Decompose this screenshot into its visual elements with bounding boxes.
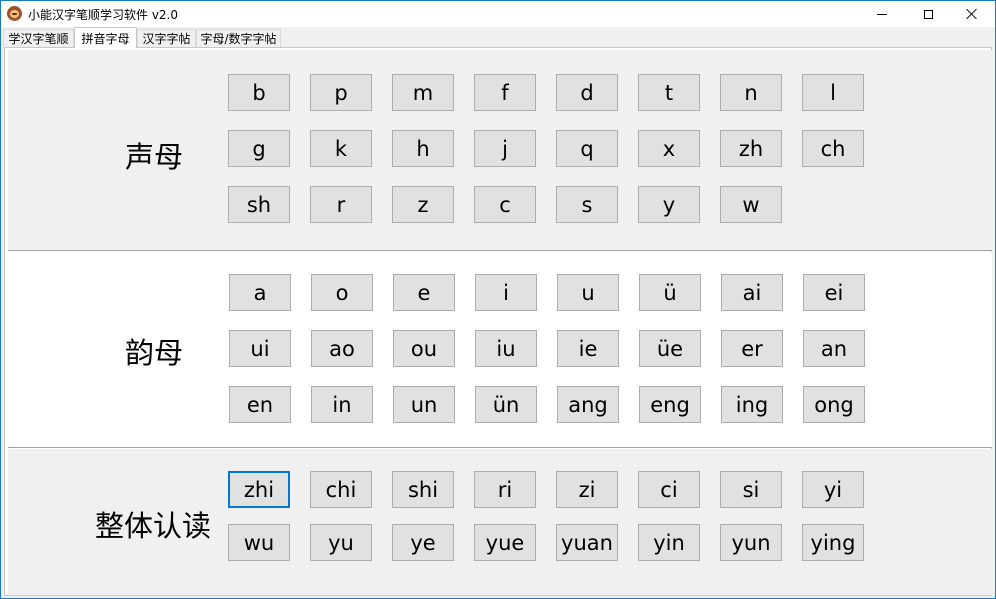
section-label-initials: 声母 [125, 140, 184, 174]
pinyin-button[interactable]: ie [557, 330, 619, 367]
tab-pinyin-letters[interactable]: 拼音字母 [74, 27, 137, 48]
pinyin-button[interactable]: si [720, 471, 782, 508]
pinyin-button[interactable]: in [311, 386, 373, 423]
pinyin-button[interactable]: shi [392, 471, 454, 508]
pinyin-button[interactable]: ye [392, 524, 454, 561]
pinyin-button[interactable]: c [474, 186, 536, 223]
window-title: 小能汉字笔顺学习软件 v2.0 [28, 8, 179, 22]
title-bar[interactable]: 小能汉字笔顺学习软件 v2.0 [1, 1, 995, 27]
pinyin-button[interactable]: s [556, 186, 618, 223]
pinyin-button[interactable]: ci [638, 471, 700, 508]
pinyin-button[interactable]: g [228, 130, 290, 167]
pinyin-button[interactable]: zhi [228, 471, 290, 508]
pinyin-button[interactable]: ao [311, 330, 373, 367]
pinyin-button[interactable]: e [393, 274, 455, 311]
pinyin-button[interactable]: chi [310, 471, 372, 508]
pinyin-button[interactable]: zi [556, 471, 618, 508]
tab-learn-stroke-order[interactable]: 学汉字笔顺 [3, 29, 74, 47]
tab-hanzi-copybook[interactable]: 汉字字帖 [137, 29, 196, 47]
app-window: 小能汉字笔顺学习软件 v2.0 学汉字笔顺 拼音字母 汉字字帖 字母/数字字帖 … [0, 0, 996, 599]
pinyin-button[interactable]: ou [393, 330, 455, 367]
pinyin-panel: 声母 b p m f d t n l g k h j q x zh ch sh r z c s y w 韵母 aoeiuüa… [4, 47, 992, 596]
pinyin-button[interactable]: zh [720, 130, 782, 167]
pinyin-button[interactable]: er [721, 330, 783, 367]
pinyin-button[interactable]: yu [310, 524, 372, 561]
pinyin-button[interactable]: iu [475, 330, 537, 367]
pinyin-button[interactable]: sh [228, 186, 290, 223]
app-logo-icon [7, 6, 22, 21]
pinyin-button[interactable]: ei [803, 274, 865, 311]
pinyin-button[interactable]: j [474, 130, 536, 167]
pinyin-button[interactable]: ai [721, 274, 783, 311]
pinyin-button[interactable]: m [392, 74, 454, 111]
pinyin-button[interactable]: yin [638, 524, 700, 561]
pinyin-button[interactable]: u [557, 274, 619, 311]
pinyin-button[interactable]: ü [639, 274, 701, 311]
pinyin-button[interactable]: a [229, 274, 291, 311]
pinyin-button[interactable]: w [720, 186, 782, 223]
pinyin-button[interactable]: r [310, 186, 372, 223]
section-finals: 韵母 a o e i u ü ai ei ui ao ou iu ie üe er an en in un ün ang… [8, 252, 992, 448]
pinyin-button[interactable]: h [392, 130, 454, 167]
minimize-button[interactable] [859, 1, 905, 27]
pinyin-button[interactable]: ang [557, 386, 619, 423]
pinyin-button[interactable]: q [556, 130, 618, 167]
pinyin-button[interactable]: l [802, 74, 864, 111]
section-label-finals: 韵母 [125, 336, 184, 370]
pinyin-button[interactable]: t [638, 74, 700, 111]
pinyin-button[interactable]: ong [803, 386, 865, 423]
pinyin-button[interactable]: ch [802, 130, 864, 167]
pinyin-button[interactable]: k [310, 130, 372, 167]
pinyin-button[interactable]: ün [475, 386, 537, 423]
pinyin-button[interactable]: ri [474, 471, 536, 508]
pinyin-button[interactable]: eng [639, 386, 701, 423]
pinyin-button[interactable]: ing [721, 386, 783, 423]
section-whole-syllables: 整体认读 zhi chi shi ri zi ci si yi wu yu ye yue yuan yin… [8, 449, 992, 595]
pinyin-button[interactable]: yuan [556, 524, 618, 561]
pinyin-button[interactable]: yun [720, 524, 782, 561]
maximize-icon [923, 9, 933, 19]
pinyin-button[interactable]: f [474, 74, 536, 111]
pinyin-button[interactable]: o [311, 274, 373, 311]
pinyin-button[interactable]: ui [229, 330, 291, 367]
close-button[interactable] [949, 1, 995, 27]
section-initials: 声母 b p m f d t n l g k h j q x zh ch sh r z c s y w [8, 50, 992, 251]
pinyin-button[interactable]: ying [802, 524, 864, 561]
pinyin-button[interactable]: üe [639, 330, 701, 367]
pinyin-button[interactable]: en [229, 386, 291, 423]
maximize-button[interactable] [905, 1, 951, 27]
pinyin-button[interactable]: p [310, 74, 372, 111]
pinyin-button[interactable]: z [392, 186, 454, 223]
pinyin-button[interactable]: yi [802, 471, 864, 508]
pinyin-button[interactable]: i [475, 274, 537, 311]
pinyin-button[interactable]: yue [474, 524, 536, 561]
section-label-whole-syllables: 整体认读 [95, 509, 212, 543]
pinyin-button[interactable]: an [803, 330, 865, 367]
pinyin-button[interactable]: b [228, 74, 290, 111]
tab-letter-number-copybook[interactable]: 字母/数字字帖 [196, 29, 281, 47]
pinyin-button[interactable]: wu [228, 524, 290, 561]
pinyin-button[interactable]: n [720, 74, 782, 111]
pinyin-button[interactable]: un [393, 386, 455, 423]
pinyin-button[interactable]: x [638, 130, 700, 167]
close-icon [966, 8, 978, 20]
minimize-icon [877, 13, 887, 15]
pinyin-button[interactable]: y [638, 186, 700, 223]
pinyin-button[interactable]: d [556, 74, 618, 111]
